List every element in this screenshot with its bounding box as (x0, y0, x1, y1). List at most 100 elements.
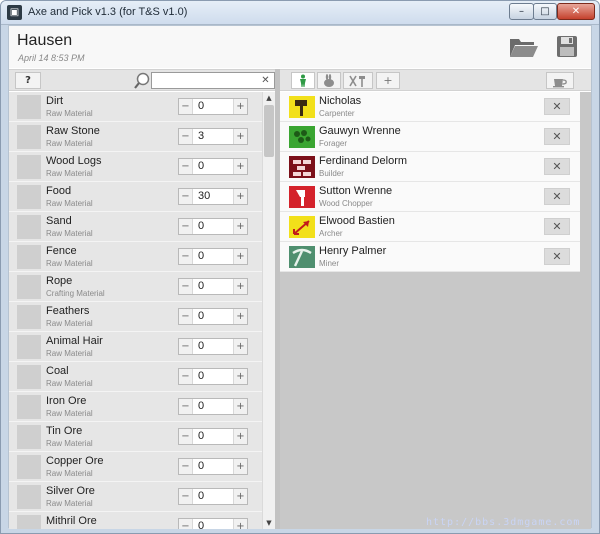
quantity-stepper[interactable]: −0 + (178, 338, 248, 355)
quantity-value[interactable]: 0 (198, 339, 204, 354)
resource-scrollbar[interactable]: ▲ ▼ (262, 92, 275, 529)
resource-name: Copper Ore (46, 455, 104, 467)
decrement-button[interactable]: − (179, 159, 193, 174)
decrement-button[interactable]: − (179, 249, 193, 264)
quantity-value[interactable]: 0 (198, 519, 204, 529)
villager-row[interactable]: Ferdinand Delorm Builder ✕ (280, 152, 580, 182)
remove-villager-button[interactable]: ✕ (544, 188, 570, 205)
resource-icon (17, 305, 41, 329)
increment-button[interactable]: + (233, 129, 247, 144)
quantity-value[interactable]: 0 (198, 219, 204, 234)
quantity-value[interactable]: 0 (198, 459, 204, 474)
scroll-thumb[interactable] (264, 105, 274, 157)
quantity-stepper[interactable]: −30 + (178, 188, 248, 205)
increment-button[interactable]: + (233, 429, 247, 444)
quantity-stepper[interactable]: −0 + (178, 98, 248, 115)
quantity-value[interactable]: 0 (198, 489, 204, 504)
quantity-value[interactable]: 0 (198, 309, 204, 324)
help-button[interactable]: ? (15, 72, 41, 89)
resource-type: Raw Material (46, 229, 93, 238)
quantity-value[interactable]: 0 (198, 99, 204, 114)
decrement-button[interactable]: − (179, 459, 193, 474)
decrement-button[interactable]: − (179, 369, 193, 384)
increment-button[interactable]: + (233, 489, 247, 504)
increment-button[interactable]: + (233, 459, 247, 474)
increment-button[interactable]: + (233, 339, 247, 354)
quantity-stepper[interactable]: −0 + (178, 488, 248, 505)
quantity-stepper[interactable]: −0 + (178, 248, 248, 265)
decrement-button[interactable]: − (179, 309, 193, 324)
villager-row[interactable]: Sutton Wrenne Wood Chopper ✕ (280, 182, 580, 212)
decrement-button[interactable]: − (179, 129, 193, 144)
quantity-value[interactable]: 0 (198, 279, 204, 294)
quantity-value[interactable]: 0 (198, 249, 204, 264)
villagers-tab[interactable] (291, 72, 315, 89)
quantity-value[interactable]: 3 (198, 129, 204, 144)
villager-row[interactable]: Elwood Bastien Archer ✕ (280, 212, 580, 242)
increment-button[interactable]: + (233, 399, 247, 414)
decrement-button[interactable]: − (179, 399, 193, 414)
remove-villager-button[interactable]: ✕ (544, 128, 570, 145)
quantity-stepper[interactable]: −0 + (178, 158, 248, 175)
professions-tab[interactable] (343, 72, 373, 89)
increment-button[interactable]: + (233, 249, 247, 264)
villager-row[interactable]: Henry Palmer Miner ✕ (280, 242, 580, 272)
villager-job: Builder (319, 169, 344, 178)
increment-button[interactable]: + (233, 309, 247, 324)
add-button[interactable]: + (376, 72, 400, 89)
scroll-up-icon[interactable]: ▲ (263, 92, 275, 104)
save-icon[interactable] (556, 35, 578, 58)
close-button[interactable]: ✕ (557, 3, 595, 20)
quantity-stepper[interactable]: −0 + (178, 458, 248, 475)
search-icon (134, 72, 151, 89)
increment-button[interactable]: + (233, 279, 247, 294)
animals-tab[interactable] (317, 72, 341, 89)
quantity-value[interactable]: 0 (198, 399, 204, 414)
quantity-value[interactable]: 30 (198, 189, 210, 204)
resource-row: Tin Ore Raw Material −0 + (9, 422, 262, 452)
quantity-stepper[interactable]: −3 + (178, 128, 248, 145)
decrement-button[interactable]: − (179, 489, 193, 504)
increment-button[interactable]: + (233, 519, 247, 529)
quantity-stepper[interactable]: −0 + (178, 278, 248, 295)
decrement-button[interactable]: − (179, 519, 193, 529)
search-input[interactable] (151, 72, 275, 89)
resource-icon (17, 485, 41, 509)
minimize-button[interactable]: – (509, 3, 534, 20)
decrement-button[interactable]: − (179, 279, 193, 294)
quantity-value[interactable]: 0 (198, 159, 204, 174)
decrement-button[interactable]: − (179, 189, 193, 204)
title-bar[interactable]: ▣ Axe and Pick v1.3 (for T&S v1.0) – □ ✕ (1, 1, 599, 25)
open-folder-icon[interactable] (509, 36, 539, 58)
decrement-button[interactable]: − (179, 429, 193, 444)
clear-search-icon[interactable]: ✕ (259, 74, 272, 87)
increment-button[interactable]: + (233, 99, 247, 114)
coffee-button[interactable] (546, 72, 574, 89)
quantity-stepper[interactable]: −0 + (178, 368, 248, 385)
villager-row[interactable]: Gauwyn Wrenne Forager ✕ (280, 122, 580, 152)
quantity-value[interactable]: 0 (198, 369, 204, 384)
increment-button[interactable]: + (233, 219, 247, 234)
remove-villager-button[interactable]: ✕ (544, 248, 570, 265)
remove-villager-button[interactable]: ✕ (544, 98, 570, 115)
quantity-stepper[interactable]: −0 + (178, 398, 248, 415)
quantity-value[interactable]: 0 (198, 429, 204, 444)
increment-button[interactable]: + (233, 369, 247, 384)
quantity-stepper[interactable]: −0 + (178, 308, 248, 325)
increment-button[interactable]: + (233, 189, 247, 204)
scroll-down-icon[interactable]: ▼ (263, 517, 275, 529)
decrement-button[interactable]: − (179, 99, 193, 114)
resource-icon (17, 395, 41, 419)
quantity-stepper[interactable]: −0 + (178, 218, 248, 235)
quantity-stepper[interactable]: −0 + (178, 518, 248, 529)
remove-villager-button[interactable]: ✕ (544, 158, 570, 175)
decrement-button[interactable]: − (179, 219, 193, 234)
maximize-button[interactable]: □ (533, 3, 557, 20)
resource-row: Wood Logs Raw Material −0 + (9, 152, 262, 182)
villager-row[interactable]: Nicholas Carpenter ✕ (280, 92, 580, 122)
remove-villager-button[interactable]: ✕ (544, 218, 570, 235)
quantity-stepper[interactable]: −0 + (178, 428, 248, 445)
decrement-button[interactable]: − (179, 339, 193, 354)
increment-button[interactable]: + (233, 159, 247, 174)
resource-icon (17, 245, 41, 269)
